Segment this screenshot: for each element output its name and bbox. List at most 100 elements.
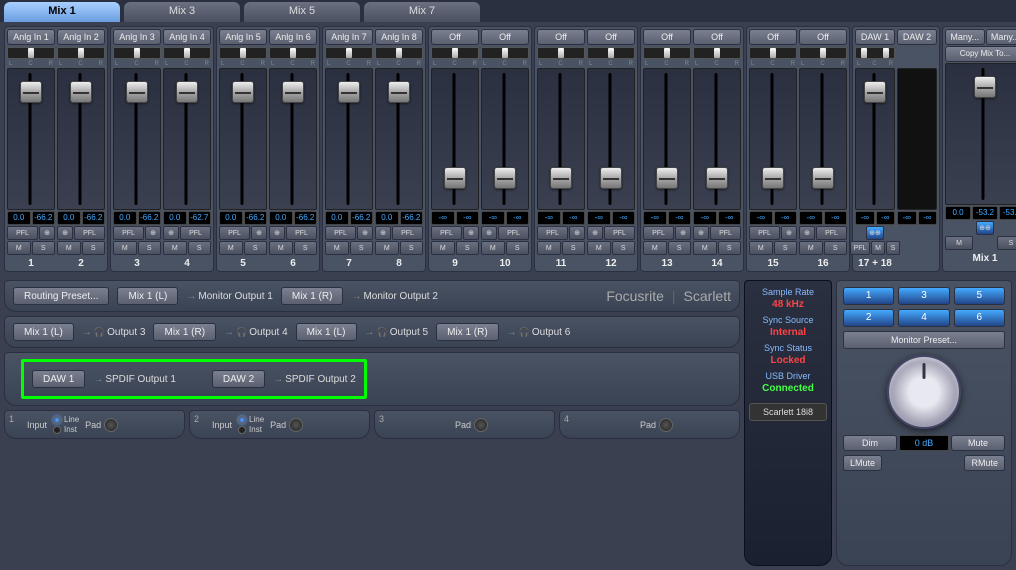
channel-source-select[interactable]: Off (799, 29, 847, 45)
monitor-select-5[interactable]: 5 (954, 287, 1005, 305)
dim-button[interactable]: Dim (843, 435, 897, 451)
pfl-button[interactable]: PFL (180, 226, 211, 240)
pfl-button[interactable]: PFL (643, 226, 674, 240)
routing-src-daw2[interactable]: DAW 2 (212, 370, 265, 388)
pfl-button[interactable]: PFL (431, 226, 462, 240)
pfl-button[interactable]: PFL (113, 226, 144, 240)
pad-button[interactable]: Pad (455, 418, 488, 432)
solo-button[interactable]: S (400, 241, 424, 255)
channel-source-select[interactable]: Anlg In 6 (269, 29, 317, 45)
channel-source-select[interactable]: Anlg In 4 (163, 29, 211, 45)
channel-source-select[interactable]: Off (537, 29, 585, 45)
monitor-select-4[interactable]: 4 (898, 309, 949, 327)
fader[interactable] (481, 68, 529, 210)
copy-mix-button[interactable]: Copy Mix To... (945, 46, 1016, 62)
input-type-switch[interactable]: Line Inst (238, 415, 264, 434)
mute-button[interactable]: M (431, 241, 455, 255)
channel-source-select[interactable]: Off (749, 29, 797, 45)
pan-slider[interactable] (375, 47, 423, 59)
channel-source-select[interactable]: Anlg In 2 (57, 29, 105, 45)
solo-button[interactable]: S (668, 241, 692, 255)
fader[interactable] (57, 68, 105, 210)
stereo-link-button[interactable]: ⊕ (39, 226, 55, 240)
mute-button[interactable]: Mute (951, 435, 1005, 451)
routing-src-daw1[interactable]: DAW 1 (32, 370, 85, 388)
routing-src-button[interactable]: Mix 1 (R) (436, 323, 499, 341)
mute-button[interactable]: M (643, 241, 667, 255)
pan-slider[interactable] (163, 47, 211, 59)
pfl-button[interactable]: PFL (325, 226, 356, 240)
stereo-link-button[interactable]: ⊕ (145, 226, 161, 240)
channel-source-select[interactable]: Off (481, 29, 529, 45)
mute-button[interactable]: M (219, 241, 243, 255)
stereo-link-button[interactable]: ⊕ (569, 226, 585, 240)
fader[interactable] (799, 68, 847, 210)
mute-button[interactable]: M (269, 241, 293, 255)
monitor-select-3[interactable]: 3 (898, 287, 949, 305)
mute-button[interactable]: M (163, 241, 187, 255)
pad-button[interactable]: Pad (270, 418, 303, 432)
monitor-select-1[interactable]: 1 (843, 287, 894, 305)
solo-button[interactable]: S (718, 241, 742, 255)
stereo-link-button[interactable]: ⊕ (269, 226, 285, 240)
channel-source-select[interactable]: DAW 1 (855, 29, 895, 45)
solo-button[interactable]: S (562, 241, 586, 255)
solo-button[interactable]: S (350, 241, 374, 255)
stereo-link-button[interactable]: ⊕ (675, 226, 691, 240)
solo-button[interactable]: S (997, 236, 1016, 250)
stereo-link-button[interactable]: ⊕⊕ (866, 226, 884, 240)
fader[interactable] (587, 68, 635, 210)
pfl-button[interactable]: PFL (74, 226, 105, 240)
fader[interactable] (269, 68, 317, 210)
fader[interactable] (643, 68, 691, 210)
routing-src-mix1l[interactable]: Mix 1 (L) (117, 287, 178, 305)
mute-button[interactable]: M (57, 241, 81, 255)
channel-source-select[interactable]: Off (643, 29, 691, 45)
pan-slider[interactable] (481, 47, 529, 59)
solo-button[interactable]: S (774, 241, 798, 255)
mute-button[interactable]: M (871, 241, 885, 255)
pfl-button[interactable]: PFL (710, 226, 741, 240)
monitor-select-6[interactable]: 6 (954, 309, 1005, 327)
tab-mix7[interactable]: Mix 7 (364, 2, 480, 22)
pan-slider[interactable] (749, 47, 797, 59)
channel-source-select[interactable]: DAW 2 (897, 29, 937, 45)
stereo-link-button[interactable]: ⊕ (587, 226, 603, 240)
pan-slider[interactable] (537, 47, 585, 59)
solo-button[interactable]: S (456, 241, 480, 255)
channel-source-select[interactable]: Anlg In 8 (375, 29, 423, 45)
channel-source-select[interactable]: Off (587, 29, 635, 45)
mute-button[interactable]: M (693, 241, 717, 255)
pad-button[interactable]: Pad (640, 418, 673, 432)
pan-slider[interactable] (325, 47, 373, 59)
output-dest-1[interactable]: Many... (945, 29, 985, 45)
fader[interactable] (945, 63, 1016, 205)
solo-button[interactable]: S (612, 241, 636, 255)
sync-source-value[interactable]: Internal (749, 327, 827, 338)
fader[interactable] (537, 68, 585, 210)
mute-button[interactable]: M (537, 241, 561, 255)
lmute-button[interactable]: LMute (843, 455, 882, 471)
tab-mix3[interactable]: Mix 3 (124, 2, 240, 22)
pfl-button[interactable]: PFL (286, 226, 317, 240)
solo-button[interactable]: S (244, 241, 268, 255)
pfl-button[interactable]: PFL (219, 226, 250, 240)
fader[interactable] (163, 68, 211, 210)
solo-button[interactable]: S (824, 241, 848, 255)
routing-preset-button[interactable]: Routing Preset... (13, 287, 109, 305)
monitor-select-2[interactable]: 2 (843, 309, 894, 327)
stereo-link-button[interactable]: ⊕ (163, 226, 179, 240)
channel-source-select[interactable]: Anlg In 7 (325, 29, 373, 45)
mute-button[interactable]: M (7, 241, 31, 255)
pfl-button[interactable]: PFL (816, 226, 847, 240)
solo-button[interactable]: S (294, 241, 318, 255)
stereo-link-button[interactable]: ⊕ (463, 226, 479, 240)
pan-slider[interactable] (855, 47, 895, 59)
pan-slider[interactable] (269, 47, 317, 59)
mute-button[interactable]: M (799, 241, 823, 255)
fader[interactable] (855, 68, 895, 210)
mute-button[interactable]: M (113, 241, 137, 255)
output-dest-2[interactable]: Many... (986, 29, 1016, 45)
pan-slider[interactable] (431, 47, 479, 59)
mute-button[interactable]: M (481, 241, 505, 255)
